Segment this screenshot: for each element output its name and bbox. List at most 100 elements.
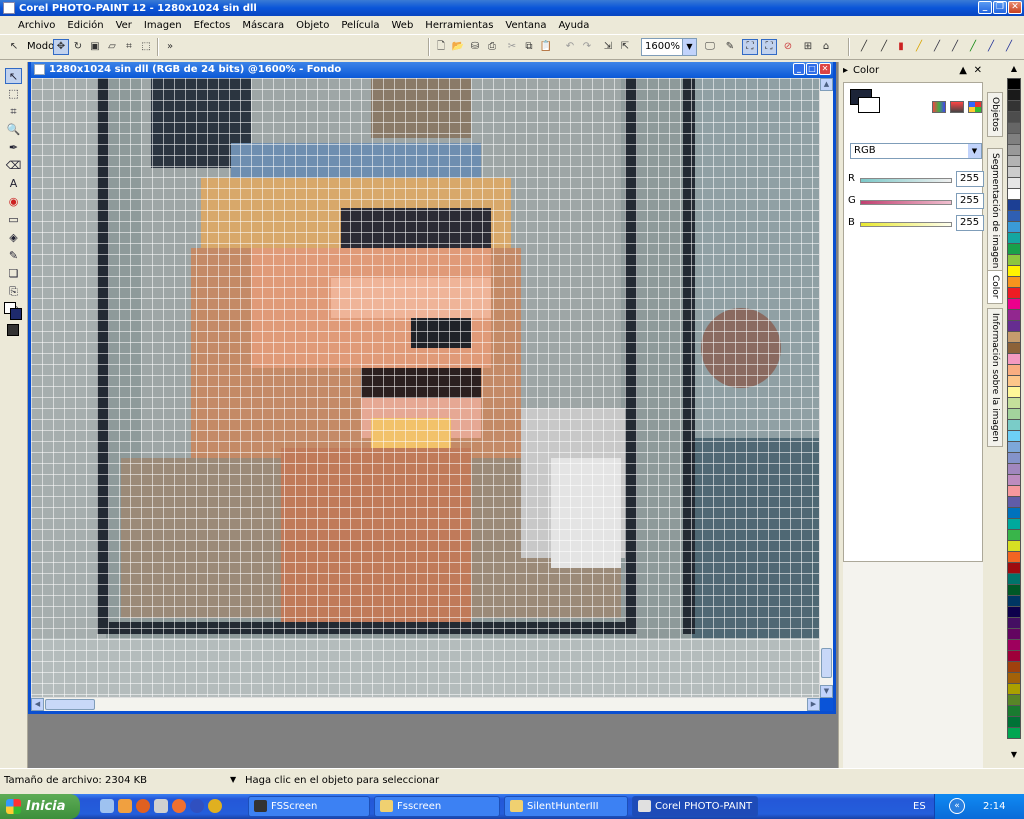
close-button[interactable]: ✕ xyxy=(1008,1,1022,14)
text-tool-icon[interactable]: A xyxy=(5,176,22,192)
clone-tool-icon[interactable]: ⎘ xyxy=(5,284,22,300)
paint-brush-icon[interactable]: ╱ xyxy=(856,39,872,55)
task-fsscreen-app[interactable]: FSScreen xyxy=(248,796,370,817)
scroll-right-icon[interactable]: ▶ xyxy=(807,698,820,711)
restore-button[interactable]: ❐ xyxy=(993,1,1007,14)
g-slider[interactable] xyxy=(860,200,952,205)
horizontal-scroll-thumb[interactable] xyxy=(45,699,95,710)
menu-efectos[interactable]: Efectos xyxy=(188,20,237,31)
spray-icon[interactable]: ▮ xyxy=(893,39,909,55)
status-menu-arrow-icon[interactable]: ▼ xyxy=(230,775,236,784)
color-model-select[interactable]: RGB ▼ xyxy=(850,143,982,159)
crop-tool-icon[interactable]: ⌗ xyxy=(5,104,22,120)
palette-scroll-up-icon[interactable]: ▲ xyxy=(1007,64,1021,76)
mask-overlay-icon[interactable]: ⛶ xyxy=(761,39,777,55)
show-desktop-icon[interactable] xyxy=(100,799,114,813)
zoom-select[interactable]: 1600% ▼ xyxy=(641,38,697,56)
quicklaunch-tool-icon[interactable] xyxy=(154,799,168,813)
document-title-bar[interactable]: 1280x1024 sin dll (RGB de 24 bits) @1600… xyxy=(31,62,833,78)
calligraphy-icon[interactable]: ╱ xyxy=(1001,39,1017,55)
scroll-down-icon[interactable]: ▼ xyxy=(820,685,833,698)
mask-tool-icon[interactable]: ✎ xyxy=(722,39,738,55)
expand-arrow-icon[interactable]: ▸ xyxy=(843,62,848,80)
pen-icon[interactable]: ╱ xyxy=(929,39,945,55)
menu-archivo[interactable]: Archivo xyxy=(12,20,61,31)
b-value-input[interactable]: 255 xyxy=(956,215,984,231)
brush-tool-icon[interactable]: ✎ xyxy=(5,248,22,264)
quicklaunch-extra-icon[interactable] xyxy=(208,799,222,813)
zoom-tool-icon[interactable]: 🔍 xyxy=(5,122,22,138)
airbrush-icon[interactable]: ╱ xyxy=(876,39,892,55)
mask-marquee-icon[interactable]: ⛶ xyxy=(742,39,758,55)
brush-options-icon[interactable]: ⌂ xyxy=(818,39,834,55)
fill-color-swatch[interactable] xyxy=(7,324,19,336)
r-slider[interactable] xyxy=(860,178,952,183)
object-pick-icon[interactable]: ↖ xyxy=(6,39,22,55)
pick-tool-icon[interactable]: ↖ xyxy=(5,68,22,84)
menu-objeto[interactable]: Objeto xyxy=(290,20,335,31)
docker-close-icon[interactable]: ✕ xyxy=(974,62,982,80)
palette-swatch[interactable] xyxy=(1007,727,1021,739)
quicklaunch-app-icon[interactable] xyxy=(118,799,132,813)
tab-segmentacion[interactable]: Segmentación de imagen xyxy=(987,148,1003,274)
full-screen-icon[interactable]: 🖵 xyxy=(702,39,718,55)
horizontal-scrollbar[interactable]: ◀ ▶ xyxy=(31,697,820,711)
scale-mode-icon[interactable]: ▣ xyxy=(87,39,103,55)
vertical-scrollbar[interactable]: ▲ ▼ xyxy=(819,78,833,698)
doc-minimize-button[interactable]: _ xyxy=(793,63,805,75)
red-eye-tool-icon[interactable]: ◉ xyxy=(5,194,22,210)
fill-tool-icon[interactable]: ◈ xyxy=(5,230,22,246)
image-canvas[interactable] xyxy=(31,78,820,698)
save-icon[interactable]: ⛁ xyxy=(467,39,483,55)
skew-mode-icon[interactable]: ▱ xyxy=(104,39,120,55)
expand-toolbar-icon[interactable]: » xyxy=(162,39,178,55)
print-icon[interactable]: ⎙ xyxy=(484,39,500,55)
tab-objetos[interactable]: Objetos xyxy=(987,92,1003,137)
mask-tool-icon[interactable]: ⬚ xyxy=(5,86,22,102)
move-mode-icon[interactable]: ✥ xyxy=(53,39,69,55)
task-fsscreen-folder[interactable]: Fsscreen xyxy=(374,796,500,817)
collapse-icon[interactable]: ▲ xyxy=(959,62,967,80)
b-slider[interactable] xyxy=(860,222,952,227)
menu-imagen[interactable]: Imagen xyxy=(138,20,188,31)
quicklaunch-browser-icon[interactable] xyxy=(172,799,186,813)
redo-icon[interactable]: ↷ xyxy=(579,39,595,55)
g-value-input[interactable]: 255 xyxy=(956,193,984,209)
new-file-icon[interactable]: 🗋 xyxy=(433,39,449,55)
eyedropper-tool-icon[interactable]: ✒ xyxy=(5,140,22,156)
highlighter-icon[interactable]: ╱ xyxy=(911,39,927,55)
paper-color-swatch[interactable] xyxy=(10,308,22,320)
r-value-input[interactable]: 255 xyxy=(956,171,984,187)
scroll-left-icon[interactable]: ◀ xyxy=(31,698,44,711)
menu-ver[interactable]: Ver xyxy=(110,20,138,31)
distort-mode-icon[interactable]: ⌗ xyxy=(121,39,137,55)
eraser-tool-icon[interactable]: ⌫ xyxy=(5,158,22,174)
felt-pen-icon[interactable]: ╱ xyxy=(983,39,999,55)
doc-maximize-button[interactable]: □ xyxy=(806,63,818,75)
scroll-up-icon[interactable]: ▲ xyxy=(820,78,833,91)
task-corel-photopaint[interactable]: Corel PHOTO-PAINT ... xyxy=(632,796,758,817)
open-file-icon[interactable]: 📂 xyxy=(450,39,466,55)
color-palettes-icon[interactable] xyxy=(968,101,982,113)
document-icon[interactable] xyxy=(34,64,45,75)
start-button[interactable]: Inicia xyxy=(0,794,80,819)
tab-informacion[interactable]: Información sobre la imagen xyxy=(987,308,1003,447)
effect-tool-icon[interactable]: ❏ xyxy=(5,266,22,282)
menu-pelicula[interactable]: Película xyxy=(335,20,385,31)
marker-icon[interactable]: ╱ xyxy=(965,39,981,55)
undo-icon[interactable]: ↶ xyxy=(562,39,578,55)
language-indicator[interactable]: ES xyxy=(913,801,926,812)
chevron-down-icon[interactable]: ▼ xyxy=(682,39,696,55)
color-viewers-icon[interactable] xyxy=(932,101,946,113)
doc-close-button[interactable]: ✕ xyxy=(819,63,831,75)
rotate-mode-icon[interactable]: ↻ xyxy=(70,39,86,55)
import-icon[interactable]: ⇲ xyxy=(600,39,616,55)
export-icon[interactable]: ⇱ xyxy=(617,39,633,55)
menu-edicion[interactable]: Edición xyxy=(61,20,109,31)
tray-expand-icon[interactable]: « xyxy=(949,798,965,814)
palette-scroll-down-icon[interactable]: ▼ xyxy=(1007,750,1021,762)
chevron-down-icon[interactable]: ▼ xyxy=(968,144,981,158)
color-sliders-icon[interactable] xyxy=(950,101,964,113)
secondary-color-swatch[interactable] xyxy=(858,97,880,113)
app-icon[interactable] xyxy=(3,2,15,14)
